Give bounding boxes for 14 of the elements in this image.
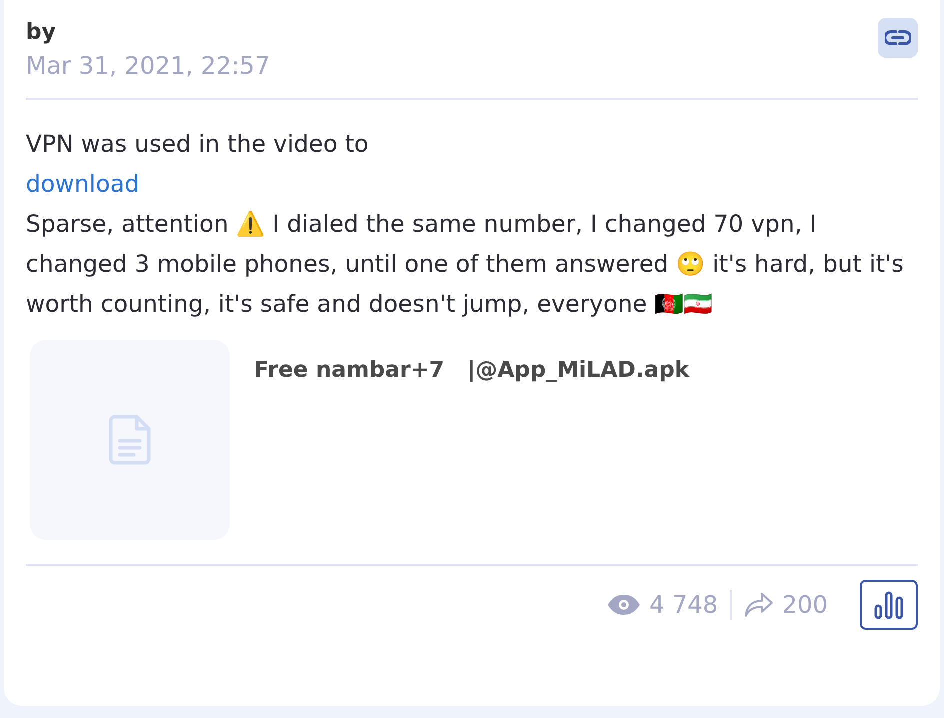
post-text: VPN was used in the video to download Sparse, attention ⚠ I dialed the same number, I changed 70 vpn, I changed 3 mobile phones, until one of them answered 🙄 it's hard, but it's worth counting, it's safe and doesn't jump, everyone 🇦🇫🇮🇷 (26, 129, 905, 320)
link-icon (885, 30, 911, 46)
post-date: Mar 31, 2021, 22:57 (26, 51, 270, 82)
author-label: by (26, 19, 58, 47)
document-icon (109, 415, 151, 465)
statistics-button[interactable] (860, 580, 918, 630)
view-count: 4 748 (649, 590, 718, 621)
download-link[interactable]: download (26, 170, 140, 198)
share-icon (744, 592, 774, 618)
share-count: 200 (782, 590, 828, 621)
copy-link-button[interactable] (878, 18, 918, 58)
eye-icon (607, 594, 642, 616)
bar-chart-icon (874, 590, 904, 620)
file-name: Free nambar+7 |@App_MiLAD.apk (254, 357, 690, 385)
